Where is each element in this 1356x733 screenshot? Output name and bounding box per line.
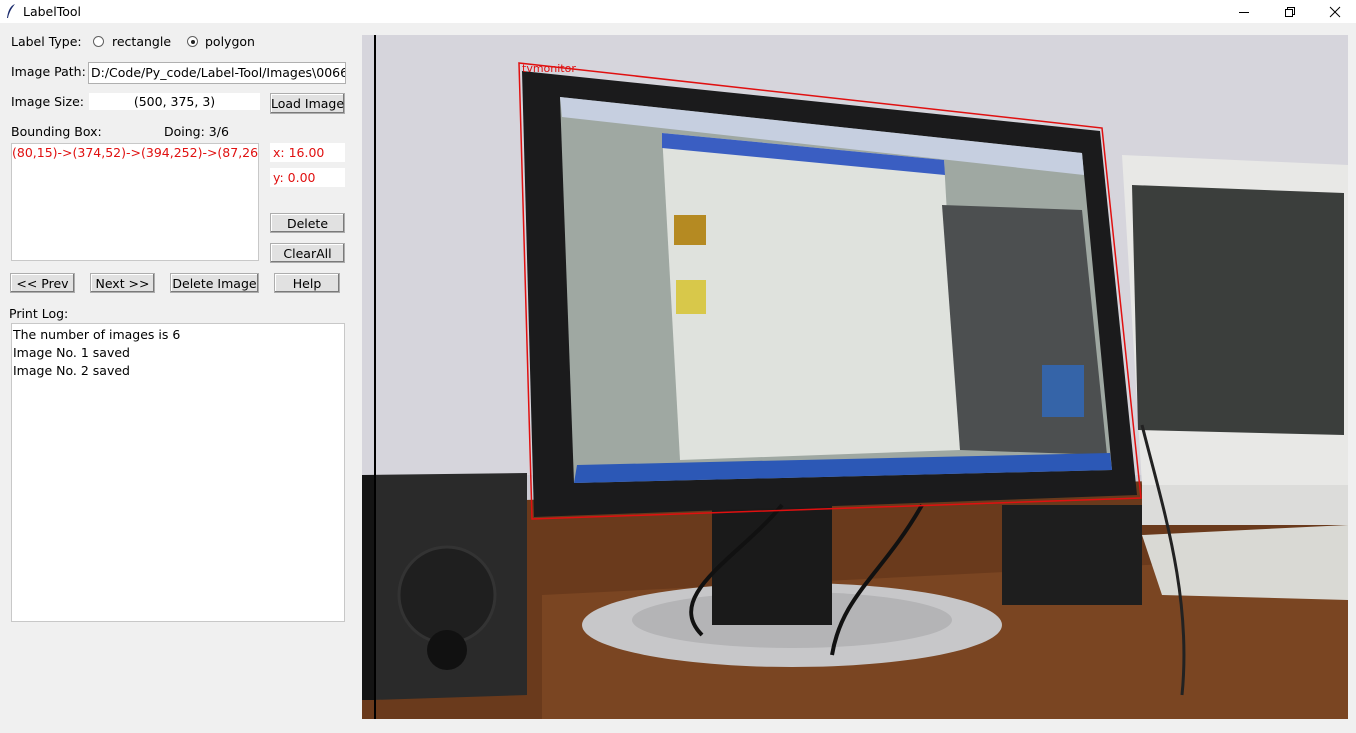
radio-rectangle-label[interactable]: rectangle [112,34,171,49]
photo [362,35,1348,719]
restore-icon [1285,6,1295,17]
close-icon [1329,6,1341,17]
help-button[interactable]: Help [274,273,340,293]
y-coordinate: y: 0.00 [270,168,345,187]
minimize-icon [1239,11,1249,13]
image-path-label: Image Path: [11,64,86,79]
maximize-button[interactable] [1267,0,1313,23]
log-line: The number of images is 6 [13,327,181,342]
bounding-box-list[interactable]: (80,15)->(374,52)->(394,252)->(87,264)->… [11,143,259,261]
load-image-button[interactable]: Load Image [270,93,345,114]
progress-text: Doing: 3/6 [164,124,229,139]
print-log-text[interactable]: The number of images is 6 Image No. 1 sa… [11,323,345,622]
radio-polygon[interactable] [187,36,198,47]
list-item[interactable]: (80,15)->(374,52)->(394,252)->(87,264)->… [12,144,258,162]
delete-image-button[interactable]: Delete Image [170,273,259,293]
feather-icon [7,4,15,18]
log-line: Image No. 1 saved [13,345,130,360]
clear-all-button[interactable]: ClearAll [270,243,345,263]
x-coordinate: x: 16.00 [270,143,345,162]
delete-button[interactable]: Delete [270,213,345,233]
window-title: LabelTool [23,4,82,19]
minimize-button[interactable] [1221,0,1267,23]
label-type-label: Label Type: [11,34,82,49]
title-bar: LabelTool [0,0,1356,23]
radio-polygon-label[interactable]: polygon [205,34,255,49]
close-button[interactable] [1312,0,1356,23]
prev-button[interactable]: << Prev [10,273,75,293]
image-size-label: Image Size: [11,94,84,109]
radio-rectangle[interactable] [93,36,104,47]
next-button[interactable]: Next >> [90,273,155,293]
print-log-label: Print Log: [9,306,69,321]
image-path-input[interactable]: D:/Code/Py_code/Label-Tool/Images\00668 [88,62,346,84]
bounding-box-label: Bounding Box: [11,124,102,139]
image-size-value: (500, 375, 3) [89,93,260,110]
log-line: Image No. 2 saved [13,363,130,378]
annotation-label: tvmonitor [522,62,576,75]
image-canvas[interactable]: tvmonitor [362,35,1348,719]
